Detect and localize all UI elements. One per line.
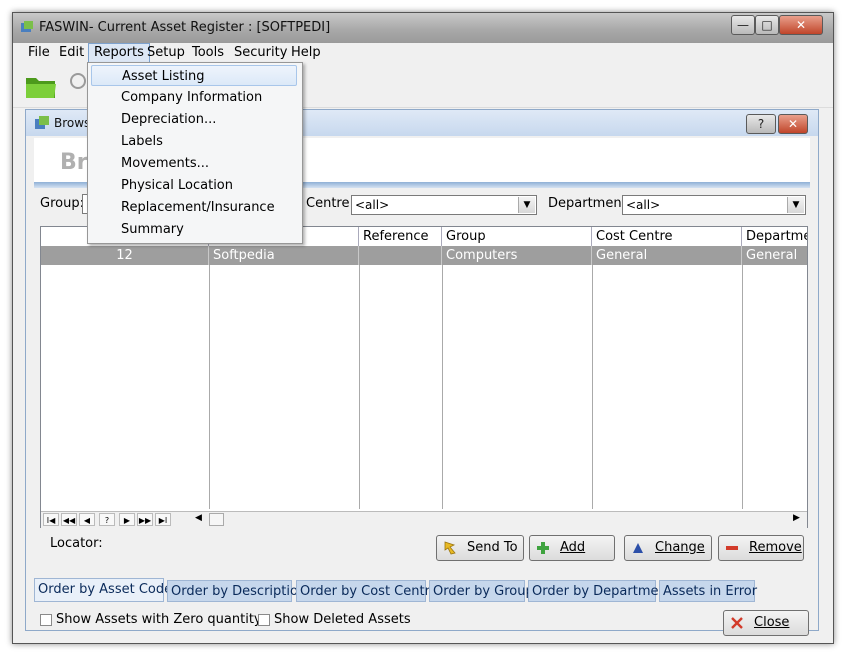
table-cell-cost-centre[interactable]: General [592,246,742,265]
menu-item-asset-listing[interactable]: Asset Listing [91,65,297,86]
browse-icon [35,116,49,129]
column-header-group[interactable]: Group [442,227,592,246]
tab-assets-in-error[interactable]: Assets in Error [659,580,757,602]
menu-item-replacement-insurance[interactable]: Replacement/Insurance [91,197,297,218]
close-window-button[interactable]: ✕ [779,15,823,35]
reports-dropdown-menu: Asset Listing Company Information Deprec… [87,62,303,244]
menu-reports[interactable]: Reports [88,43,150,63]
menu-item-company-information[interactable]: Company Information [91,87,297,108]
tab-order-by-description[interactable]: Order by Description [167,580,306,602]
column-divider [209,265,210,509]
column-header-reference[interactable]: Reference [359,227,442,246]
minus-icon [726,546,738,550]
deleted-assets-label: Show Deleted Assets [274,612,411,627]
remove-label: Remove [749,540,802,555]
close-browse-button[interactable]: ✕ [778,114,808,134]
close-icon [731,617,743,629]
add-button[interactable]: Add [529,535,615,561]
plus-icon [537,542,549,554]
table-cell-group[interactable]: Computers [442,246,592,265]
minimize-button[interactable]: — [731,15,755,35]
menu-bar: File Edit Reports Setup Tools Security H… [13,43,833,63]
browse-title: Brows [54,116,91,130]
menu-tools[interactable]: Tools [187,44,229,62]
last-record-button[interactable]: ▶I [155,513,171,526]
send-to-button[interactable]: Send To [436,535,524,561]
department-select-value: <all> [626,198,661,212]
horizontal-scrollbar-thumb[interactable] [209,513,224,526]
send-to-label: Send To [467,540,518,555]
menu-item-movements[interactable]: Movements... [91,153,297,174]
deleted-assets-checkbox[interactable] [258,614,270,626]
next-page-button[interactable]: ▶▶ [137,513,153,526]
next-record-button[interactable]: ▶ [119,513,135,526]
menu-item-depreciation[interactable]: Depreciation... [91,109,297,130]
remove-button[interactable]: Remove [718,535,804,561]
centre-select-value: <all> [355,198,390,212]
scroll-right-icon[interactable]: ▶ [793,513,800,523]
department-select[interactable]: <all> ▼ [622,195,806,215]
zero-quantity-checkbox[interactable] [40,614,52,626]
app-icon [21,21,33,32]
group-label: Group: [40,196,84,211]
column-divider [742,265,743,509]
column-divider [359,265,360,509]
menu-item-physical-location[interactable]: Physical Location [91,175,297,196]
title-bar[interactable]: FASWIN- Current Asset Register : [SOFTPE… [13,13,833,43]
menu-setup[interactable]: Setup [142,44,190,62]
table-cell-description[interactable]: Softpedia [209,246,359,265]
first-record-button[interactable]: I◀ [43,513,59,526]
table-cell-reference[interactable] [359,246,442,265]
scroll-left-icon[interactable]: ◀ [195,513,202,523]
open-folder-icon[interactable] [25,73,57,99]
department-label: Department: [548,196,632,211]
menu-item-summary[interactable]: Summary [91,219,297,240]
tab-order-by-department[interactable]: Order by Department [528,580,672,602]
help-button[interactable]: ? [746,114,776,134]
tab-order-by-cost-centre[interactable]: Order by Cost Centre [296,580,438,602]
centre-label: Centre: [306,196,354,211]
locator-label: Locator: [50,536,103,551]
menu-edit[interactable]: Edit [54,44,89,62]
window-title: FASWIN- Current Asset Register : [SOFTPE… [39,20,331,35]
record-navigator: I◀ ◀◀ ◀ ? ▶ ▶▶ ▶I ◀ ▶ [41,511,807,528]
menu-help[interactable]: Help [286,44,326,62]
maximize-button[interactable]: □ [755,15,779,35]
close-label: Close [754,615,790,630]
asset-grid[interactable]: A Reference Group Cost Centre Departmer … [40,226,808,528]
column-divider [592,265,593,509]
table-cell-asset-code[interactable]: 12 [41,246,209,265]
column-header-department[interactable]: Departmer [742,227,807,246]
add-label: Add [560,540,586,555]
chevron-down-icon[interactable]: ▼ [787,197,804,213]
change-label: Change [655,540,705,555]
column-header-cost-centre[interactable]: Cost Centre [592,227,742,246]
change-button[interactable]: Change [624,535,712,561]
previous-page-button[interactable]: ◀◀ [61,513,77,526]
query-button[interactable]: ? [99,513,115,526]
close-button[interactable]: Close [723,610,809,636]
menu-security[interactable]: Security [229,44,292,62]
send-to-icon [444,541,456,555]
chevron-down-icon[interactable]: ▼ [518,197,535,213]
change-icon [633,543,643,553]
table-cell-department[interactable]: General [742,246,807,265]
column-divider [442,265,443,509]
centre-select[interactable]: <all> ▼ [351,195,537,215]
tab-order-by-asset-code[interactable]: Order by Asset Code [34,578,172,602]
zero-quantity-label: Show Assets with Zero quantity [56,612,262,627]
menu-file[interactable]: File [23,44,55,62]
tab-order-by-group[interactable]: Order by Group [429,580,534,602]
previous-record-button[interactable]: ◀ [79,513,95,526]
menu-item-labels[interactable]: Labels [91,131,297,152]
